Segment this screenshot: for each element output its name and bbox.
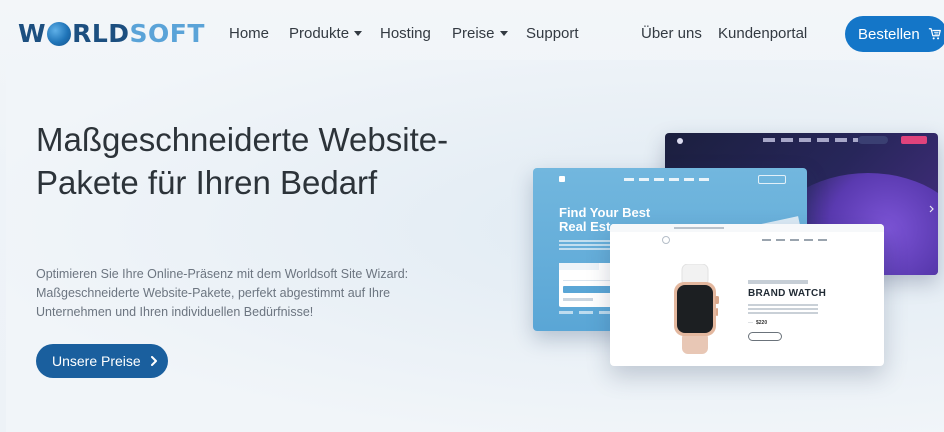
hero-title: Maßgeschneiderte Website-Pakete für Ihre… bbox=[36, 121, 449, 201]
home-icon bbox=[559, 176, 565, 182]
dark-preview-cta bbox=[901, 136, 927, 144]
globe-icon bbox=[47, 22, 72, 46]
dark-preview-pill bbox=[858, 136, 888, 144]
logo-letter-w: W bbox=[18, 19, 47, 48]
nav-ueber-uns-label: Über uns bbox=[641, 25, 702, 42]
topbar-text bbox=[674, 227, 724, 229]
dark-preview-logo-icon bbox=[677, 138, 683, 144]
form-tab bbox=[559, 263, 599, 270]
nav-produkte[interactable]: Produkte bbox=[289, 24, 363, 44]
watch-description bbox=[748, 304, 818, 314]
collection-label bbox=[748, 280, 808, 284]
nav-kundenportal[interactable]: Kundenportal bbox=[718, 24, 807, 44]
dark-preview-navbar bbox=[665, 133, 938, 147]
watch-preview-menu bbox=[762, 239, 832, 241]
watch-shop-preview: BRAND WATCH — $220 bbox=[610, 224, 884, 366]
nav-ueber-uns[interactable]: Über uns bbox=[641, 24, 702, 44]
worldsoft-logo[interactable]: W RLD SOFT bbox=[18, 19, 205, 49]
nav-preise[interactable]: Preise bbox=[452, 24, 508, 44]
form-footer bbox=[563, 298, 593, 301]
order-button-label: Bestellen bbox=[858, 25, 920, 43]
brand-watch-title: BRAND WATCH bbox=[748, 288, 827, 299]
nav-kundenportal-label: Kundenportal bbox=[718, 25, 808, 42]
blue-preview-links bbox=[624, 178, 709, 181]
watch-preview-logo-icon bbox=[662, 236, 670, 244]
site-header: W RLD SOFT Home Produkte Hosting Preise … bbox=[0, 0, 944, 62]
dark-preview-links bbox=[763, 138, 858, 142]
old-price: — bbox=[748, 320, 753, 326]
chevron-right-icon bbox=[150, 356, 157, 366]
buy-now-button bbox=[748, 332, 782, 341]
nav-hosting[interactable]: Hosting bbox=[380, 24, 431, 44]
prices-cta-button[interactable]: Unsere Preise bbox=[36, 344, 168, 378]
price-value: $220 bbox=[756, 320, 768, 326]
logo-letters-soft: SOFT bbox=[129, 19, 205, 48]
nav-home-label: Home bbox=[229, 25, 270, 42]
nav-support-label: Support bbox=[526, 25, 579, 42]
logo-letters-rld: RLD bbox=[72, 19, 130, 48]
smartwatch-icon bbox=[674, 264, 719, 354]
hero-subtitle: Optimieren Sie Ihre Online-Präsenz mit d… bbox=[36, 267, 409, 319]
cart-icon bbox=[928, 28, 941, 40]
nav-produkte-label: Produkte bbox=[289, 25, 350, 42]
nav-hosting-label: Hosting bbox=[380, 25, 431, 42]
watch-preview-topbar bbox=[610, 224, 884, 232]
page: W RLD SOFT Home Produkte Hosting Preise … bbox=[0, 0, 944, 432]
caret-down-icon bbox=[354, 30, 363, 36]
arrow-right-icon bbox=[929, 205, 934, 213]
nav-support[interactable]: Support bbox=[526, 24, 579, 44]
watch-price: — $220 bbox=[748, 320, 767, 326]
nav-home[interactable]: Home bbox=[229, 24, 269, 44]
blue-preview-navbar bbox=[533, 168, 807, 188]
order-button[interactable]: Bestellen bbox=[845, 16, 944, 52]
nav-preise-label: Preise bbox=[452, 25, 495, 42]
prices-cta-label: Unsere Preise bbox=[52, 353, 141, 369]
caret-down-icon bbox=[499, 30, 508, 36]
blue-preview-button bbox=[758, 175, 786, 184]
